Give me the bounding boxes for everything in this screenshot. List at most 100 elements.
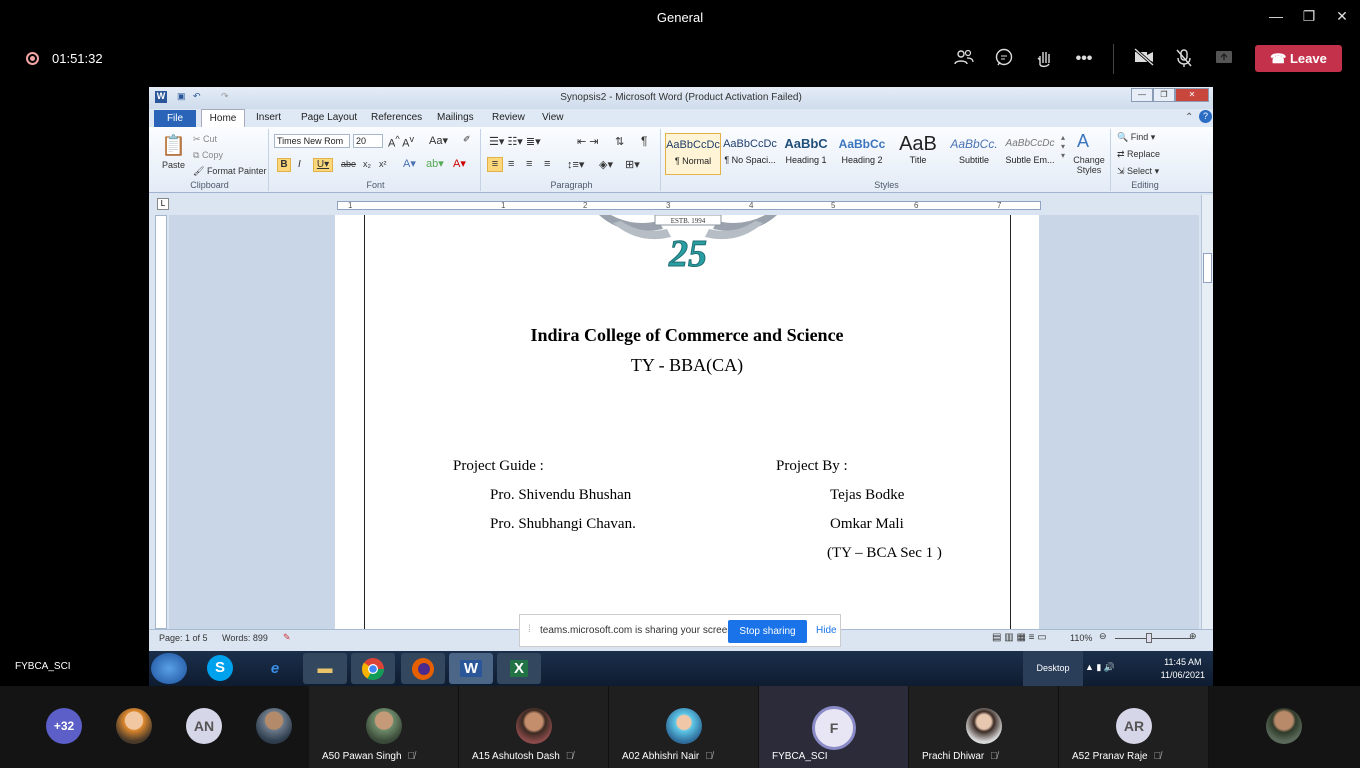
view-buttons-icon[interactable]: ▤ ▥ ▦ ≡ ▭ — [992, 632, 1047, 643]
change-case-icon[interactable]: Aa▾ — [429, 134, 448, 147]
participant-avatar-photo[interactable] — [256, 708, 292, 744]
text-effects-icon[interactable]: A▾ — [403, 157, 416, 170]
font-color-icon[interactable]: A▾ — [453, 157, 466, 170]
replace-button[interactable]: ⇄ Replace — [1117, 149, 1160, 160]
chat-icon[interactable] — [992, 48, 1016, 70]
word-minimize-icon[interactable]: — — [1131, 88, 1153, 102]
participant-tile-prachi[interactable]: Prachi Dhiwar 🎙̸ — [909, 686, 1059, 768]
scroll-thumb[interactable] — [1203, 253, 1212, 283]
select-button[interactable]: ⇲ Select ▾ — [1117, 166, 1159, 177]
style-title[interactable]: AaB Title — [890, 133, 946, 175]
word-taskbar-icon[interactable]: W — [449, 653, 493, 684]
align-center-button[interactable]: ≡ — [508, 158, 514, 170]
vertical-scrollbar[interactable] — [1201, 195, 1213, 629]
tab-insert[interactable]: Insert — [256, 112, 281, 123]
mic-off-icon[interactable] — [1172, 48, 1196, 70]
indent-icon[interactable]: ⇤ ⇥ — [577, 135, 599, 148]
share-tray-icon[interactable] — [1212, 48, 1236, 70]
excel-icon[interactable]: X — [497, 653, 541, 684]
justify-button[interactable]: ≡ — [544, 158, 550, 170]
document-page[interactable]: ESTB. 1994 25 Indira College of Commerce… — [335, 215, 1039, 635]
borders-icon[interactable]: ⊞▾ — [625, 158, 640, 171]
zoom-in-icon[interactable]: ⊕ — [1189, 631, 1197, 642]
word-restore-icon[interactable]: ❐ — [1153, 88, 1175, 102]
raise-hand-icon[interactable] — [1032, 48, 1056, 70]
highlight-icon[interactable]: ab▾ — [426, 157, 444, 170]
stop-sharing-button[interactable]: Stop sharing — [728, 620, 807, 643]
style-heading-1[interactable]: AaBbC Heading 1 — [778, 133, 834, 175]
camera-off-icon[interactable] — [1132, 47, 1156, 70]
zoom-slider-thumb[interactable] — [1146, 633, 1152, 643]
font-size-box[interactable]: 20 — [353, 134, 383, 148]
ie-icon[interactable]: e — [253, 653, 297, 684]
taskbar-clock[interactable]: 11:45 AM 11/06/2021 — [1161, 653, 1205, 680]
desktop-toolbar[interactable]: Desktop — [1023, 651, 1083, 686]
restore-icon[interactable]: ❐ — [1299, 8, 1319, 25]
align-right-button[interactable]: ≡ — [526, 158, 532, 170]
sort-icon[interactable]: ⇅ — [615, 135, 624, 148]
participant-avatar-photo[interactable] — [1266, 708, 1302, 744]
word-count[interactable]: Words: 899 — [222, 633, 268, 643]
tab-page-layout[interactable]: Page Layout — [301, 112, 357, 123]
leave-button[interactable]: ☎ Leave — [1255, 45, 1342, 72]
zoom-out-icon[interactable]: ⊖ — [1099, 631, 1107, 642]
tray-icons[interactable]: ▲ ▮ 🔊 — [1085, 662, 1115, 673]
clear-format-icon[interactable]: ✐ — [463, 134, 471, 145]
page-count[interactable]: Page: 1 of 5 — [159, 633, 208, 643]
collapse-ribbon-icon[interactable]: ⌃ — [1185, 112, 1193, 123]
shading-icon[interactable]: ◈▾ — [599, 158, 613, 171]
explorer-icon[interactable]: ▬ — [303, 653, 347, 684]
hide-button[interactable]: Hide — [816, 625, 837, 636]
skype-icon[interactable]: S — [207, 655, 233, 681]
cut-button[interactable]: ✂ Cut — [193, 134, 217, 145]
change-styles-button[interactable]: Change Styles — [1071, 155, 1107, 175]
styles-scroll-icon[interactable]: ▴ ▾ ▾ — [1061, 133, 1065, 160]
italic-button[interactable]: I — [298, 159, 301, 170]
copy-button[interactable]: ⧉ Copy — [193, 150, 223, 161]
format-painter-button[interactable]: 🖌 Format Painter — [193, 166, 266, 177]
start-icon[interactable] — [151, 653, 187, 684]
style-heading-2[interactable]: AaBbCc Heading 2 — [834, 133, 890, 175]
participant-avatar-an[interactable]: AN — [186, 708, 222, 744]
chrome-icon[interactable] — [351, 653, 395, 684]
tab-file[interactable]: File — [154, 110, 196, 127]
find-button[interactable]: 🔍 Find ▾ — [1117, 132, 1155, 143]
participant-tile-abhishri[interactable]: A02 Abhishri Nair 🎙̸ — [609, 686, 759, 768]
tab-home[interactable]: Home — [201, 109, 245, 127]
tab-selector-icon[interactable]: L — [157, 198, 169, 210]
tab-references[interactable]: References — [371, 112, 422, 123]
more-participants-badge[interactable]: +32 — [46, 708, 82, 744]
strikethrough-button[interactable]: abe — [341, 159, 356, 169]
people-icon[interactable] — [952, 48, 976, 70]
participant-tile-pranav[interactable]: AR A52 Pranav Raje 🎙̸ — [1059, 686, 1209, 768]
tab-view[interactable]: View — [542, 112, 564, 123]
superscript-button[interactable]: x² — [379, 159, 387, 169]
participant-tile-ashutosh[interactable]: A15 Ashutosh Dash 🎙̸ — [459, 686, 609, 768]
underline-button[interactable]: U▾ — [313, 158, 333, 172]
drag-handle-icon[interactable]: ⁞ — [528, 624, 531, 635]
firefox-icon[interactable] — [401, 653, 445, 684]
zoom-level[interactable]: 110% — [1070, 633, 1092, 643]
change-styles-icon[interactable]: A — [1077, 131, 1089, 152]
bold-button[interactable]: B — [277, 158, 291, 172]
participant-tile-pawan[interactable]: A50 Pawan Singh 🎙̸ — [309, 686, 459, 768]
style-normal[interactable]: AaBbCcDc ¶ Normal — [665, 133, 721, 175]
style-subtle-emphasis[interactable]: AaBbCcDc Subtle Em... — [1002, 133, 1058, 175]
tab-review[interactable]: Review — [492, 112, 525, 123]
participant-avatar-photo[interactable] — [116, 708, 152, 744]
help-icon[interactable]: ? — [1199, 110, 1212, 123]
font-name-box[interactable]: Times New Rom — [274, 134, 350, 148]
style-subtitle[interactable]: AaBbCc. Subtitle — [946, 133, 1002, 175]
subscript-button[interactable]: x₂ — [363, 159, 371, 169]
paste-icon[interactable]: 📋 — [161, 133, 186, 158]
zoom-slider[interactable] — [1115, 638, 1191, 639]
tab-mailings[interactable]: Mailings — [437, 112, 474, 123]
align-left-button[interactable]: ≡ — [487, 157, 503, 172]
proofing-icon[interactable]: ✎ — [283, 632, 291, 643]
more-icon[interactable]: ••• — [1072, 48, 1096, 70]
pilcrow-icon[interactable]: ¶ — [641, 134, 647, 148]
minimize-icon[interactable]: — — [1266, 8, 1286, 24]
word-close-icon[interactable]: ✕ — [1175, 88, 1209, 102]
horizontal-ruler[interactable]: L 1 1 2 3 4 5 6 7 — [149, 195, 1213, 213]
paste-button[interactable]: Paste — [162, 160, 185, 170]
